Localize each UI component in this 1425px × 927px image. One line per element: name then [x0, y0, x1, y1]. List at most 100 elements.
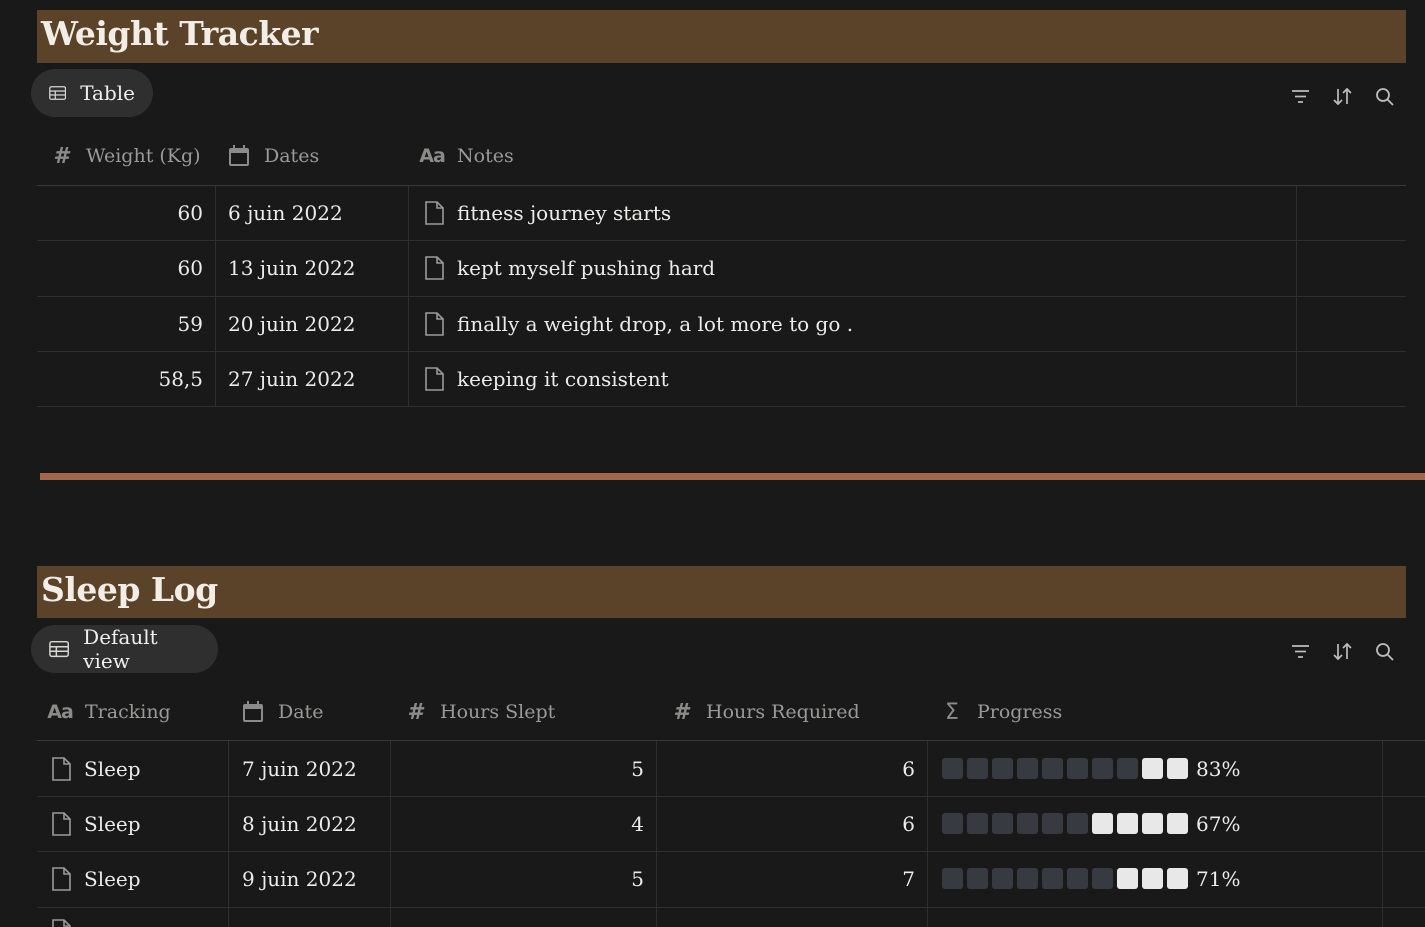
- weight-cell[interactable]: 58,5: [37, 351, 203, 406]
- page-icon: [52, 919, 71, 927]
- progress-segment: [1042, 758, 1063, 779]
- sigma-icon: Σ: [945, 699, 959, 725]
- text-icon: Aa: [47, 701, 74, 723]
- progress-segment: [1092, 868, 1113, 889]
- progress-segment: [1092, 758, 1113, 779]
- progress-bar: [942, 868, 1188, 889]
- column-divider: [927, 741, 928, 927]
- tracking-cell[interactable]: Sleep: [50, 796, 141, 851]
- weight-tracker-banner: Weight Tracker: [37, 10, 1406, 63]
- progress-segment: [967, 758, 988, 779]
- progress-segment: [1067, 813, 1088, 834]
- progress-segment: [967, 868, 988, 889]
- sleep-log-banner: Sleep Log: [37, 566, 1406, 618]
- page: Weight Tracker Table # Weight (Kg) Dates: [0, 0, 1425, 927]
- tracking-cell[interactable]: [50, 918, 84, 927]
- notes-cell[interactable]: fitness journey starts: [423, 185, 671, 240]
- tracking-cell[interactable]: Sleep: [50, 851, 141, 906]
- sleep-log-title: Sleep Log: [41, 570, 218, 609]
- progress-segment: [992, 758, 1013, 779]
- weight-tracker-title: Weight Tracker: [41, 14, 318, 53]
- sort-icon[interactable]: [1332, 641, 1353, 662]
- progress-segment: [1142, 758, 1163, 779]
- progress-segment: [992, 813, 1013, 834]
- notes-cell[interactable]: keeping it consistent: [423, 351, 669, 406]
- progress-cell[interactable]: 71%: [942, 851, 1240, 906]
- table-icon: [49, 640, 69, 658]
- page-icon: [425, 366, 444, 391]
- column-header-hours-slept[interactable]: # Hours Slept: [404, 699, 555, 725]
- column-header-tracking[interactable]: Aa Tracking: [47, 701, 170, 723]
- progress-segment: [1017, 758, 1038, 779]
- progress-segment: [1017, 868, 1038, 889]
- progress-percent: 83%: [1196, 756, 1241, 781]
- progress-segment: [942, 868, 963, 889]
- hours-required-cell[interactable]: 6: [656, 741, 915, 796]
- column-divider: [228, 741, 229, 927]
- progress-cell[interactable]: 67%: [942, 796, 1240, 851]
- notes-cell[interactable]: kept myself pushing hard: [423, 240, 715, 295]
- hash-icon: #: [673, 699, 689, 725]
- text-icon: Aa: [419, 145, 446, 167]
- date-cell[interactable]: 7 juin 2022: [242, 741, 357, 796]
- calendar-icon: [228, 145, 250, 167]
- hours-required-cell[interactable]: 6: [656, 796, 915, 851]
- progress-segment: [1167, 868, 1188, 889]
- column-header-hours-required[interactable]: # Hours Required: [670, 699, 859, 725]
- column-header-date[interactable]: Date: [242, 701, 323, 723]
- progress-segment: [1117, 758, 1138, 779]
- progress-segment: [1142, 868, 1163, 889]
- notes-cell[interactable]: finally a weight drop, a lot more to go …: [423, 296, 853, 351]
- page-icon: [425, 311, 444, 336]
- progress-percent: 71%: [1196, 866, 1241, 891]
- sleep-view-tab[interactable]: Default view: [31, 625, 218, 673]
- hash-icon: #: [53, 143, 69, 169]
- hours-required-cell[interactable]: 7: [656, 851, 915, 906]
- filter-icon[interactable]: [1290, 86, 1311, 107]
- progress-segment: [1067, 758, 1088, 779]
- weight-view-tab[interactable]: Table: [31, 69, 153, 117]
- progress-segment: [942, 758, 963, 779]
- filter-icon[interactable]: [1290, 641, 1311, 662]
- sort-icon[interactable]: [1332, 86, 1353, 107]
- progress-segment: [1142, 813, 1163, 834]
- progress-cell[interactable]: 83%: [942, 741, 1240, 796]
- weight-cell[interactable]: 60: [37, 240, 203, 295]
- page-icon: [425, 200, 444, 225]
- date-cell[interactable]: 20 juin 2022: [228, 296, 355, 351]
- page-icon: [52, 866, 71, 891]
- search-icon[interactable]: [1374, 641, 1395, 662]
- column-header-notes[interactable]: Aa Notes: [419, 145, 513, 167]
- progress-bar: [942, 813, 1188, 834]
- weight-cell[interactable]: 59: [37, 296, 203, 351]
- date-cell[interactable]: 6 juin 2022: [228, 185, 343, 240]
- hours-slept-cell[interactable]: 4: [390, 796, 644, 851]
- calendar-icon: [242, 701, 264, 723]
- weight-cell[interactable]: 60: [37, 185, 203, 240]
- search-icon[interactable]: [1374, 86, 1395, 107]
- hash-icon: #: [407, 699, 423, 725]
- progress-segment: [942, 813, 963, 834]
- progress-segment: [1067, 868, 1088, 889]
- date-cell[interactable]: 9 juin 2022: [242, 851, 357, 906]
- progress-segment: [992, 868, 1013, 889]
- date-cell[interactable]: 8 juin 2022: [242, 796, 357, 851]
- date-cell[interactable]: 27 juin 2022: [228, 351, 355, 406]
- column-header-dates[interactable]: Dates: [228, 145, 319, 167]
- progress-bar: [942, 758, 1188, 779]
- date-cell[interactable]: 13 juin 2022: [228, 240, 355, 295]
- progress-segment: [1117, 868, 1138, 889]
- row-divider: [37, 406, 1406, 407]
- table-icon: [49, 86, 67, 100]
- column-divider: [1382, 741, 1383, 927]
- hours-slept-cell[interactable]: 5: [390, 741, 644, 796]
- column-header-weight[interactable]: # Weight (Kg): [50, 143, 200, 169]
- hours-slept-cell[interactable]: 5: [390, 851, 644, 906]
- page-icon: [425, 255, 444, 280]
- column-header-progress[interactable]: Σ Progress: [941, 699, 1062, 725]
- progress-segment: [1167, 813, 1188, 834]
- tracking-cell[interactable]: Sleep: [50, 741, 141, 796]
- weight-view-label: Table: [80, 81, 135, 105]
- progress-segment: [1042, 868, 1063, 889]
- page-icon: [52, 811, 71, 836]
